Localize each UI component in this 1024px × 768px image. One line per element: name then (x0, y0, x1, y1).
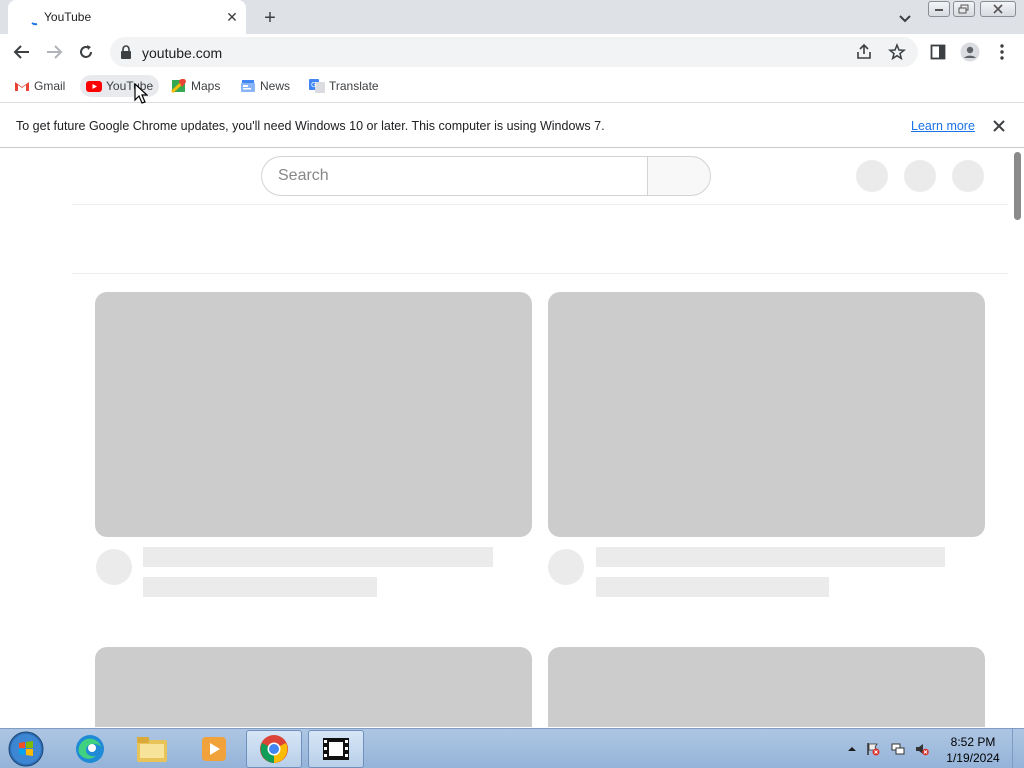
action-center-flag-icon[interactable] (866, 742, 880, 756)
bookmark-gmail[interactable]: Gmail (8, 75, 71, 97)
tab-youtube[interactable]: YouTube ✕ (8, 0, 246, 34)
learn-more-link[interactable]: Learn more (911, 119, 975, 133)
title-placeholder (596, 547, 945, 567)
header-icon-placeholder (904, 160, 936, 192)
side-panel-button[interactable] (926, 40, 950, 64)
tab-strip: YouTube ✕ + (0, 0, 1024, 34)
chrome-icon (260, 735, 288, 763)
bookmark-label: Gmail (34, 79, 66, 93)
infobar-message: To get future Google Chrome updates, you… (16, 119, 605, 133)
new-tab-button[interactable]: + (258, 6, 282, 30)
news-icon (241, 80, 255, 92)
network-icon[interactable] (891, 742, 905, 756)
side-panel-icon (930, 44, 946, 60)
maps-icon (171, 79, 187, 93)
edge-icon (76, 735, 104, 763)
taskbar-edge[interactable] (62, 730, 118, 768)
youtube-icon (86, 81, 102, 92)
window-restore-button[interactable] (953, 1, 975, 17)
minimize-icon (935, 9, 943, 11)
bookmark-translate[interactable]: G Translate (303, 75, 385, 97)
share-icon[interactable] (855, 43, 873, 61)
meta-placeholder (143, 577, 377, 597)
profile-button[interactable] (958, 40, 982, 64)
search-button[interactable] (647, 156, 711, 196)
start-button[interactable] (6, 730, 46, 768)
forward-arrow-icon (47, 45, 63, 59)
gmail-icon (15, 82, 29, 91)
header-divider (72, 204, 1008, 205)
volume-muted-icon[interactable] (915, 742, 929, 756)
infobar-close-icon[interactable] (991, 118, 1007, 134)
video-thumbnail-placeholder (548, 647, 985, 727)
search-placeholder: Search (278, 167, 329, 184)
system-clock[interactable]: 8:52 PM 1/19/2024 (940, 734, 1006, 766)
windows-taskbar: 8:52 PM 1/19/2024 (0, 728, 1024, 768)
mouse-cursor-icon (134, 83, 148, 104)
channel-avatar-placeholder (548, 549, 584, 585)
update-infobar: To get future Google Chrome updates, you… (0, 102, 1024, 148)
profile-avatar-icon (960, 42, 980, 62)
tab-close-icon[interactable]: ✕ (224, 9, 240, 25)
restore-icon (958, 4, 969, 14)
taskbar-media-player[interactable] (186, 730, 242, 768)
reload-icon (80, 45, 92, 58)
youtube-page: Search (0, 148, 1012, 728)
search-input[interactable]: Search (261, 156, 648, 196)
window-minimize-button[interactable] (928, 1, 950, 17)
bookmark-news[interactable]: News (234, 75, 296, 97)
bookmark-star-icon[interactable] (888, 43, 906, 61)
tab-title: YouTube (44, 10, 92, 24)
translate-icon: G (309, 79, 325, 93)
screen: YouTube ✕ + youtube.com Gmail YouTube Ma… (0, 0, 1024, 768)
start-orb-icon (8, 731, 44, 767)
loading-spinner-icon (31, 22, 38, 26)
header-avatar-placeholder (952, 160, 984, 192)
browser-toolbar: youtube.com (0, 34, 1024, 70)
title-placeholder (143, 547, 493, 567)
bookmark-label: Maps (191, 79, 221, 93)
url-text[interactable]: youtube.com (142, 45, 222, 61)
back-button[interactable] (10, 40, 34, 64)
clock-time: 8:52 PM (950, 735, 996, 749)
video-thumbnail-placeholder (95, 647, 532, 727)
video-thumbnail-placeholder (548, 292, 985, 537)
taskbar-film-app[interactable] (308, 730, 364, 768)
scrollbar-thumb[interactable] (1014, 152, 1021, 220)
reload-button[interactable] (74, 40, 98, 64)
video-thumbnail-placeholder (95, 292, 532, 537)
taskbar-file-explorer[interactable] (124, 730, 180, 768)
bookmarks-bar: Gmail YouTube Maps News G Translate (0, 70, 1024, 102)
close-icon (993, 4, 1003, 14)
forward-button[interactable] (42, 40, 66, 64)
menu-button[interactable] (990, 40, 1014, 64)
lock-icon[interactable] (120, 45, 132, 59)
back-arrow-icon (13, 45, 29, 59)
media-player-icon (202, 737, 226, 761)
bookmark-maps[interactable]: Maps (165, 75, 226, 97)
clock-date: 1/19/2024 (946, 751, 1000, 765)
show-desktop-button[interactable] (1012, 729, 1024, 768)
header-icon-placeholder (856, 160, 888, 192)
bookmark-label: News (260, 79, 291, 93)
channel-avatar-placeholder (96, 549, 132, 585)
show-hidden-icons-icon[interactable] (845, 742, 859, 756)
taskbar-chrome[interactable] (246, 730, 302, 768)
film-app-icon (323, 738, 349, 760)
page-scrollbar[interactable] (1012, 148, 1024, 728)
bookmark-label: Translate (329, 79, 379, 93)
meta-placeholder (596, 577, 829, 597)
tab-search-chevron-icon[interactable] (896, 9, 914, 27)
chips-divider (72, 273, 1008, 274)
file-explorer-icon (137, 737, 167, 762)
window-close-button[interactable] (980, 1, 1016, 17)
three-dots-menu-icon (1000, 44, 1004, 60)
address-bar[interactable]: youtube.com (110, 37, 918, 67)
svg-text:G: G (311, 81, 316, 89)
